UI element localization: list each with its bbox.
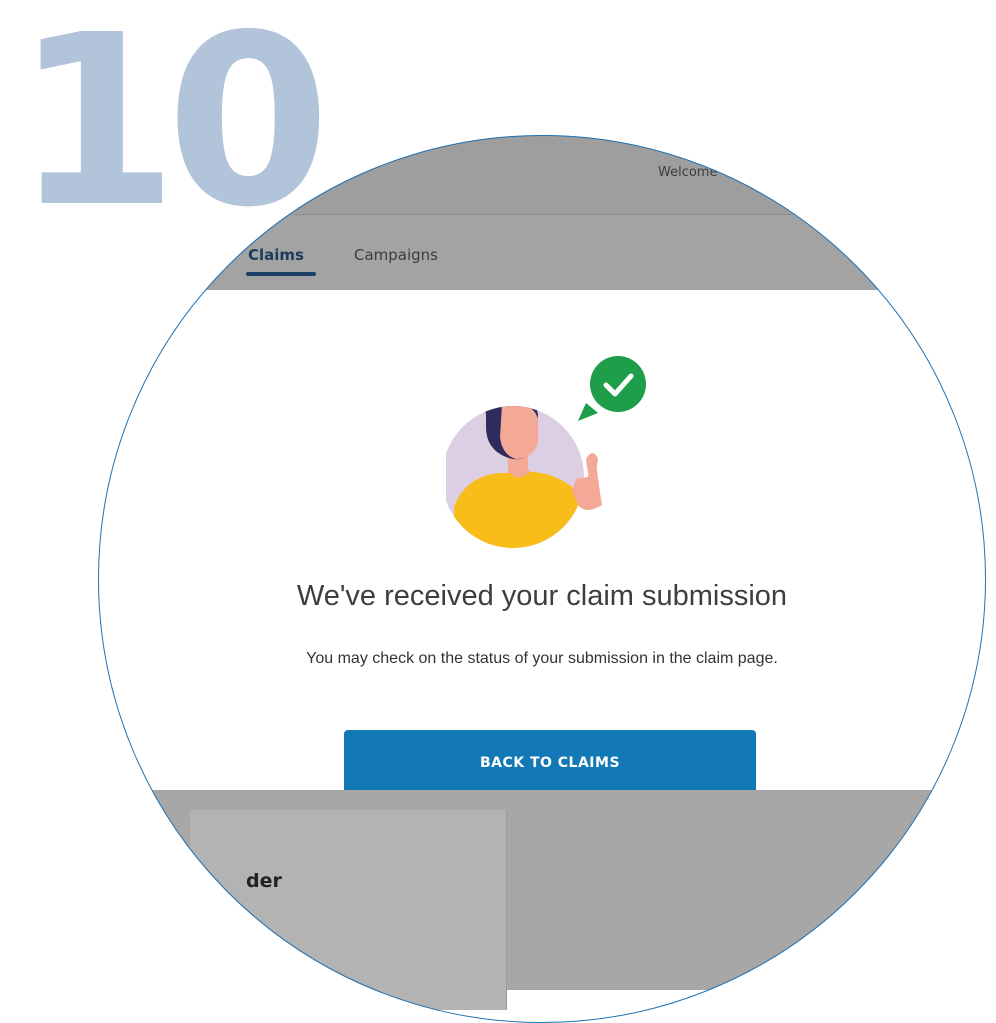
zoomed-app-view: Welcome Claims Campaigns We've received … bbox=[98, 135, 986, 1010]
confirmation-title: We've received your claim submission bbox=[296, 580, 788, 612]
check-circle-icon bbox=[578, 356, 646, 421]
background-card bbox=[190, 810, 507, 1010]
background-card-text: der bbox=[246, 870, 282, 892]
tab-claims[interactable]: Claims bbox=[248, 246, 304, 264]
magnifier-lens: Welcome Claims Campaigns We've received … bbox=[98, 135, 986, 1023]
tab-bar bbox=[98, 215, 986, 290]
active-tab-indicator bbox=[246, 272, 316, 276]
tab-campaigns[interactable]: Campaigns bbox=[354, 246, 438, 264]
confirmation-message: You may check on the status of your subm… bbox=[306, 650, 778, 667]
back-to-claims-button[interactable]: BACK TO CLAIMS bbox=[344, 730, 756, 796]
success-illustration bbox=[446, 356, 646, 548]
app-header bbox=[98, 135, 986, 215]
welcome-text: Welcome bbox=[658, 165, 718, 180]
